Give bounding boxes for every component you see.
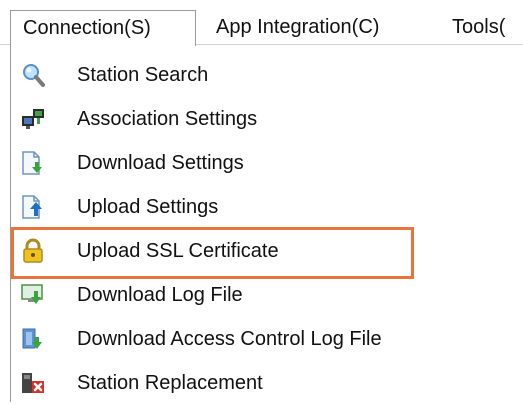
connection-dropdown-menu: Station Search Association Settings Down: [10, 45, 523, 402]
menu-item-label: Station Replacement: [77, 372, 263, 394]
menu-item-upload-settings[interactable]: Upload Settings: [11, 185, 523, 229]
menu-connection[interactable]: Connection(S): [10, 10, 196, 46]
monitor-download-icon: [20, 282, 46, 308]
menu-item-label: Station Search: [77, 64, 209, 86]
menu-item-label: Association Settings: [77, 108, 258, 130]
access-log-download-icon: [20, 326, 46, 352]
menu-item-label: Upload SSL Certificate: [77, 240, 279, 262]
menu-item-download-settings[interactable]: Download Settings: [11, 141, 523, 185]
magnifier-icon: [20, 62, 46, 88]
menu-item-label: Download Access Control Log File: [77, 328, 382, 350]
padlock-icon: [20, 238, 46, 264]
menu-item-label: Upload Settings: [77, 196, 219, 218]
menu-item-upload-ssl-certificate[interactable]: Upload SSL Certificate: [11, 229, 523, 273]
menu-item-download-access-control-log-file[interactable]: Download Access Control Log File: [11, 317, 523, 361]
document-download-icon: [20, 150, 46, 176]
menu-bar: Connection(S) App Integration(C) Tools(: [0, 0, 523, 46]
document-upload-icon: [20, 194, 46, 220]
menu-item-station-search[interactable]: Station Search: [11, 53, 523, 97]
menu-item-association-settings[interactable]: Association Settings: [11, 97, 523, 141]
menu-item-label: Download Settings: [77, 152, 244, 174]
station-replace-icon: [20, 370, 46, 396]
menu-app-integration[interactable]: App Integration(C): [216, 10, 379, 46]
menu-item-station-replacement[interactable]: Station Replacement: [11, 361, 523, 405]
computers-link-icon: [20, 106, 46, 132]
menu-tools[interactable]: Tools(: [452, 10, 505, 46]
menu-item-download-log-file[interactable]: Download Log File: [11, 273, 523, 317]
menu-item-label: Download Log File: [77, 284, 243, 306]
